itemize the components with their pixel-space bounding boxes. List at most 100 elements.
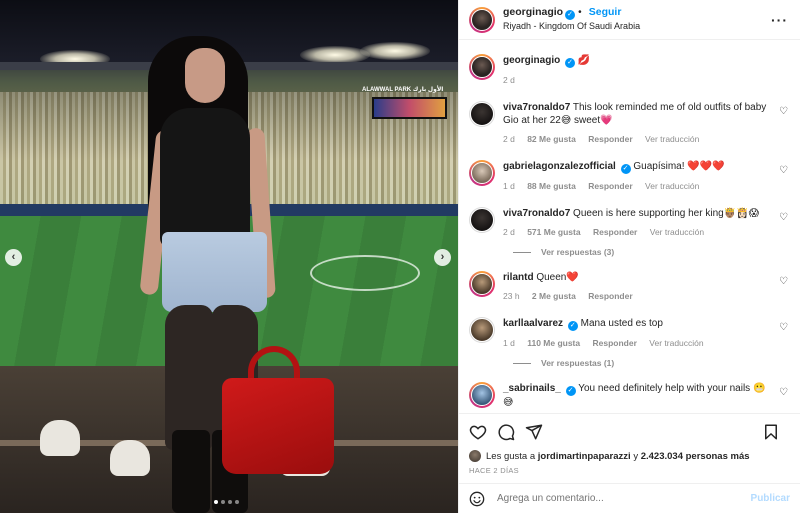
comment-row: viva7ronaldo7 This look reminded me of o… xyxy=(469,101,790,146)
view-replies-button[interactable]: Ver respuestas (1) xyxy=(513,358,790,368)
verified-icon: ✓ xyxy=(567,321,578,331)
comment-text: Queen❤️ xyxy=(536,272,579,283)
comment-input[interactable] xyxy=(497,493,717,504)
heart-icon[interactable]: ♡ xyxy=(779,388,788,398)
comment-text: Queen is here supporting her king🤴🏽👸🏻😱 xyxy=(573,208,760,219)
heart-icon[interactable]: ♡ xyxy=(779,277,788,287)
commenter-avatar[interactable] xyxy=(469,317,495,343)
verified-icon: ✓ xyxy=(565,10,576,20)
comment-body: _sabrinails_ ✓ You need definitely help … xyxy=(503,382,773,409)
translate-button[interactable]: Ver traducción xyxy=(645,181,699,191)
commenter-avatar[interactable] xyxy=(469,160,495,186)
translate-button[interactable]: Ver traducción xyxy=(649,338,703,348)
comment-meta: 2 d 571 Me gusta Responder Ver traducció… xyxy=(503,226,773,239)
comment-likes[interactable]: 110 Me gusta xyxy=(527,338,580,348)
comment-likes[interactable]: 82 Me gusta xyxy=(527,134,576,144)
comment-username[interactable]: viva7ronaldo7 xyxy=(503,208,570,219)
comment-username[interactable]: _sabrinails_ xyxy=(503,383,561,394)
comment-username[interactable]: viva7ronaldo7 xyxy=(503,102,570,113)
comment-row: _sabrinails_ ✓ You need definitely help … xyxy=(469,382,790,409)
commenter-avatar[interactable] xyxy=(469,101,495,127)
reply-button[interactable]: Responder xyxy=(588,291,632,301)
heart-icon[interactable]: ♡ xyxy=(779,213,788,223)
likes-count[interactable]: 2.423.034 personas más xyxy=(641,451,750,462)
comment-time: 23 h xyxy=(503,291,520,301)
comment-meta: 2 d 82 Me gusta Responder Ver traducción xyxy=(503,133,773,146)
more-options-icon[interactable]: ··· xyxy=(771,12,788,28)
translate-button[interactable]: Ver traducción xyxy=(645,134,699,144)
commenter-avatar[interactable] xyxy=(469,271,495,297)
comment-composer: Publicar xyxy=(459,483,800,513)
publish-button[interactable]: Publicar xyxy=(751,493,790,504)
red-handbag xyxy=(222,378,334,474)
comment-time: 1 d xyxy=(503,338,515,348)
bookmark-icon[interactable] xyxy=(762,423,780,441)
carousel-dot xyxy=(214,500,218,504)
comment-meta: 1 d 110 Me gusta Responder Ver traducció… xyxy=(503,337,773,350)
liker-username[interactable]: jordimartinpaparazzi xyxy=(538,451,631,462)
author-avatar[interactable] xyxy=(469,54,495,80)
comment-text: Guapísima! ❤️❤️❤️ xyxy=(633,161,725,172)
commenter-avatar[interactable] xyxy=(469,207,495,233)
heart-icon[interactable]: ♡ xyxy=(779,166,788,176)
author-avatar[interactable] xyxy=(469,6,495,33)
chevron-left-icon[interactable]: ‹ xyxy=(5,249,22,266)
chevron-right-icon[interactable]: › xyxy=(434,249,451,266)
post-photo[interactable]: ALAWWAL PARK الأول بارك ‹ › xyxy=(0,0,458,513)
carousel-dots xyxy=(214,500,239,504)
comment-likes[interactable]: 571 Me gusta xyxy=(527,227,580,237)
reply-button[interactable]: Responder xyxy=(588,134,632,144)
figure-boot xyxy=(172,430,210,513)
comment-text-line: rilantd Queen❤️ xyxy=(503,271,773,284)
comment-text-line: _sabrinails_ ✓ You need definitely help … xyxy=(503,382,773,409)
comments-list[interactable]: georginagio ✓ 💋 2 d viva7ronaldo7 This l… xyxy=(459,40,800,413)
verified-icon: ✓ xyxy=(620,164,631,174)
comment-text-line: gabrielagonzalezofficial ✓ Guapísima! ❤️… xyxy=(503,160,773,174)
location-link[interactable]: Riyadh - Kingdom Of Saudi Arabia xyxy=(503,20,640,33)
comment-likes[interactable]: 2 Me gusta xyxy=(532,291,576,301)
reply-button[interactable]: Responder xyxy=(593,227,637,237)
translate-button[interactable]: Ver traducción xyxy=(650,227,704,237)
comment-icon[interactable] xyxy=(497,423,515,441)
caption-text-line: georginagio ✓ 💋 xyxy=(503,54,773,68)
comment-username[interactable]: gabrielagonzalezofficial xyxy=(503,161,616,172)
caption-meta: 2 d xyxy=(503,74,773,87)
heart-icon[interactable]: ♡ xyxy=(779,323,788,333)
comment-body: viva7ronaldo7 Queen is here supporting h… xyxy=(503,207,773,239)
view-replies-label: Ver respuestas (3) xyxy=(541,247,615,257)
comment-row: gabrielagonzalezofficial ✓ Guapísima! ❤️… xyxy=(469,160,790,193)
author-username[interactable]: georginagio xyxy=(503,6,563,18)
comment-username[interactable]: rilantd xyxy=(503,272,534,283)
replies-line xyxy=(513,251,531,253)
share-icon[interactable] xyxy=(525,423,543,441)
post-actions-bar xyxy=(459,413,800,449)
post-timestamp: HACE 2 DÍAS xyxy=(469,466,519,475)
spectator xyxy=(110,440,150,476)
carousel-dot xyxy=(221,500,225,504)
follow-button[interactable]: Seguir xyxy=(589,6,622,18)
heart-icon[interactable] xyxy=(469,423,487,441)
emoji-icon[interactable] xyxy=(469,491,485,507)
header-text: georginagio ✓ • Seguir Riyadh - Kingdom O… xyxy=(503,6,640,33)
comment-body: gabrielagonzalezofficial ✓ Guapísima! ❤️… xyxy=(503,160,773,193)
comment-username[interactable]: karllaalvarez xyxy=(503,318,563,329)
figure-top xyxy=(160,108,250,248)
liker-avatar xyxy=(469,450,481,462)
figure-shorts xyxy=(162,232,267,312)
comment-meta: 23 h 2 Me gusta Responder xyxy=(503,290,773,303)
view-replies-button[interactable]: Ver respuestas (3) xyxy=(513,247,790,257)
instagram-post-view: ALAWWAL PARK الأول بارك ‹ › georginagio … xyxy=(0,0,800,513)
commenter-avatar[interactable] xyxy=(469,382,495,408)
reply-button[interactable]: Responder xyxy=(593,338,637,348)
likes-mid: y xyxy=(633,450,639,462)
caption-row: georginagio ✓ 💋 2 d xyxy=(469,54,790,87)
likes-summary[interactable]: Les gusta a jordimartinpaparazzi y 2.423… xyxy=(459,449,800,463)
comment-likes[interactable]: 88 Me gusta xyxy=(527,181,576,191)
caption-body: georginagio ✓ 💋 2 d xyxy=(503,54,773,87)
header-separator: • xyxy=(578,7,582,18)
caption-username[interactable]: georginagio xyxy=(503,55,560,66)
comment-text-line: karllaalvarez ✓ Mana usted es top xyxy=(503,317,773,331)
heart-icon[interactable]: ♡ xyxy=(779,107,788,117)
comment-meta: 1 d 88 Me gusta Responder Ver traducción xyxy=(503,180,773,193)
reply-button[interactable]: Responder xyxy=(588,181,632,191)
